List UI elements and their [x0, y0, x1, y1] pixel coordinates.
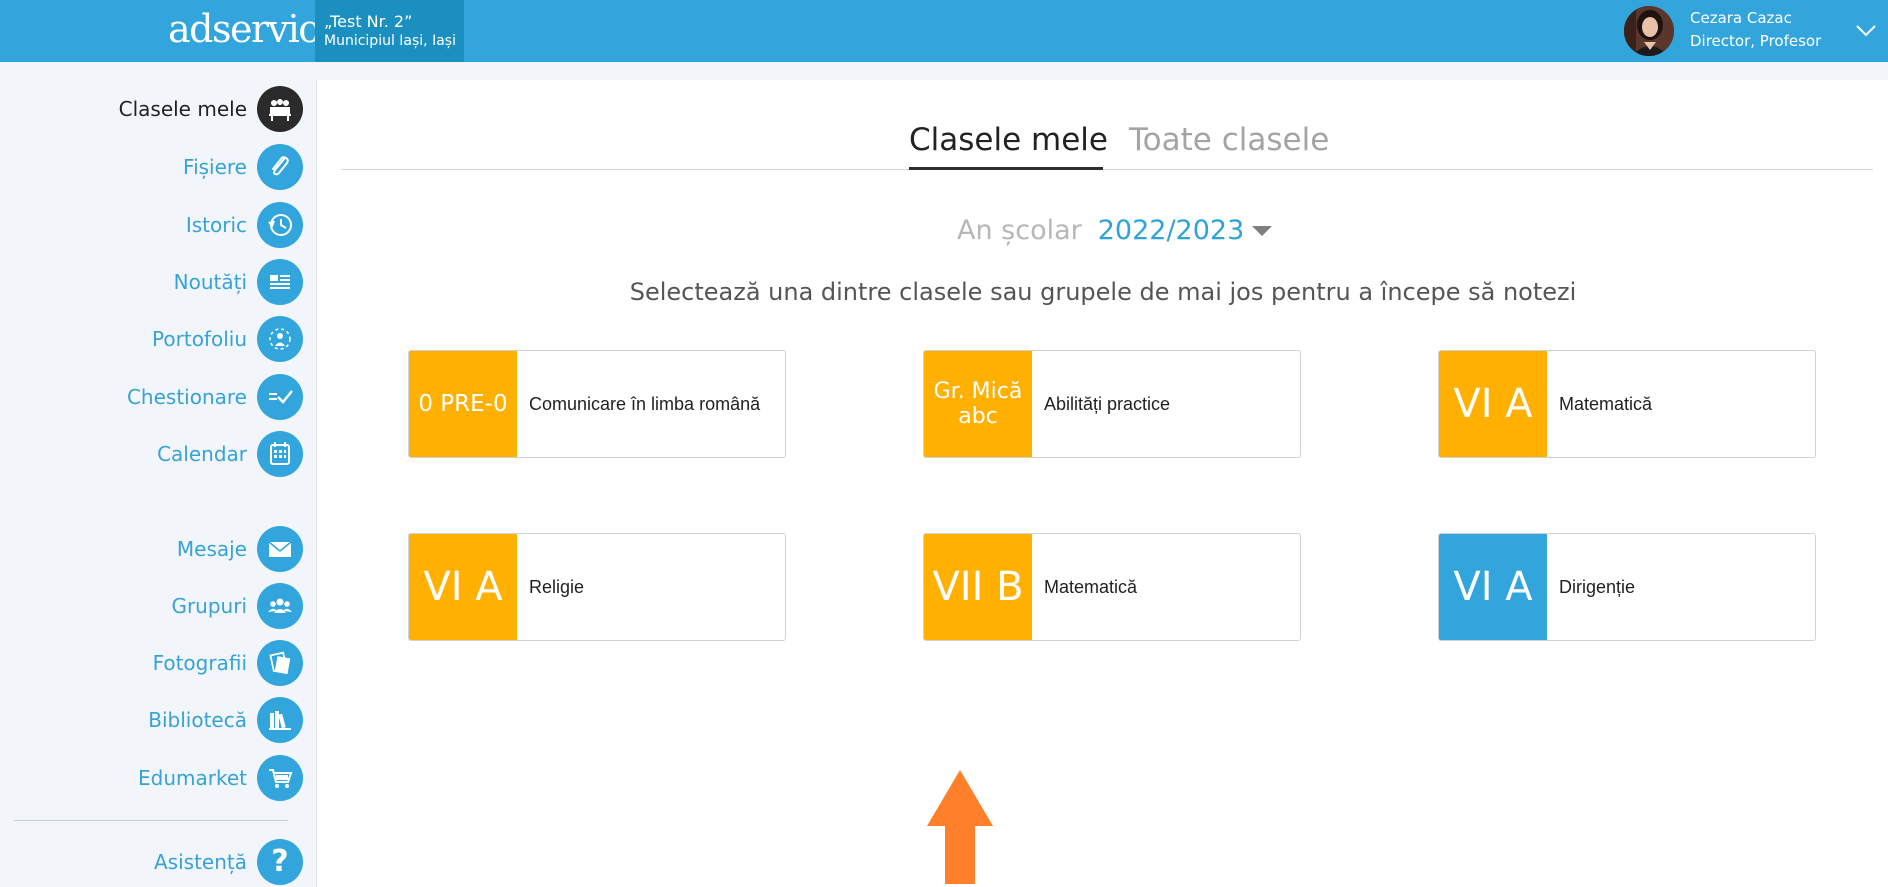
user-role: Director, Profesor	[1690, 32, 1822, 50]
sidebar-item-label: Edumarket	[138, 766, 247, 790]
class-tabs: Clasele mele Toate clasele	[341, 116, 1873, 170]
sidebar-item-label: Fotografii	[152, 651, 247, 675]
sidebar-item-label: Chestionare	[126, 385, 247, 409]
class-subject: Comunicare în limba română	[529, 393, 761, 414]
sidebar-divider	[14, 820, 288, 821]
survey-check-icon	[257, 374, 303, 420]
portfolio-icon	[257, 316, 303, 362]
sidebar-item-biblioteca[interactable]: Bibliotecă	[148, 696, 303, 744]
class-code-line: Gr. Mică	[933, 378, 1023, 404]
sidebar-item-label: Portofoliu	[152, 327, 247, 351]
class-card[interactable]: VII B Matematică	[923, 533, 1301, 641]
school-year-label: An școlar	[957, 214, 1082, 246]
top-bar: adservio „Test Nr. 2” Municipiul Iași, I…	[0, 0, 1888, 62]
class-code: VI A	[409, 534, 517, 640]
sidebar-item-label: Asistență	[154, 850, 247, 874]
tab-toate-clasele[interactable]: Toate clasele	[1129, 116, 1329, 170]
sidebar-item-label: Clasele mele	[118, 97, 247, 121]
sidebar-item-portofoliu[interactable]: Portofoliu	[152, 315, 303, 363]
books-icon	[257, 697, 303, 743]
help-icon: ?	[257, 839, 303, 885]
classroom-icon	[257, 86, 303, 132]
chevron-down-icon[interactable]	[1854, 20, 1878, 40]
school-name: „Test Nr. 2”	[324, 12, 413, 31]
class-code: VII B	[924, 534, 1032, 640]
news-icon	[257, 259, 303, 305]
caret-down-icon[interactable]	[1252, 226, 1273, 236]
tab-clasele-mele[interactable]: Clasele mele	[909, 116, 1108, 170]
class-subject: Abilități practice	[1044, 393, 1171, 414]
sidebar-item-clasele-mele[interactable]: Clasele mele	[119, 85, 303, 133]
class-card[interactable]: 0 PRE-0 Comunicare în limba română	[408, 350, 786, 458]
class-card[interactable]: VI A Religie	[408, 533, 786, 641]
class-subject: Matematică	[1559, 393, 1653, 414]
sidebar-item-label: Fișiere	[183, 155, 247, 179]
sidebar-item-grupuri[interactable]: Grupuri	[171, 582, 303, 630]
envelope-icon	[257, 526, 303, 572]
sidebar-item-label: Mesaje	[176, 537, 247, 561]
class-subject: Religie	[529, 576, 585, 597]
sidebar-item-calendar[interactable]: Calendar	[157, 430, 303, 478]
sidebar-item-mesaje[interactable]: Mesaje	[177, 525, 303, 573]
sidebar-item-fisiere[interactable]: Fișiere	[183, 143, 303, 191]
sidebar: Clasele mele Fișiere Istoric Noutăți Por…	[0, 62, 316, 887]
sidebar-item-edumarket[interactable]: Edumarket	[138, 754, 303, 802]
user-menu[interactable]: Cezara Cazac Director, Profesor	[1622, 0, 1888, 62]
sidebar-item-label: Bibliotecă	[148, 708, 247, 732]
avatar[interactable]	[1624, 6, 1674, 56]
sidebar-item-label: Noutăți	[173, 270, 247, 294]
class-code: VI A	[1439, 351, 1547, 457]
sidebar-item-label: Calendar	[157, 442, 247, 466]
main-content: Clasele mele Toate clasele An școlar 202…	[316, 80, 1888, 887]
school-city: Municipiul Iași, Iași	[324, 33, 456, 49]
sidebar-item-istoric[interactable]: Istoric	[186, 201, 303, 249]
sidebar-item-noutati[interactable]: Noutăți	[174, 258, 303, 306]
class-code: 0 PRE-0	[409, 351, 517, 457]
photos-icon	[257, 640, 303, 686]
adservio-logo[interactable]: adservio	[168, 4, 321, 54]
class-subject: Dirigenție	[1559, 576, 1636, 597]
school-year-value[interactable]: 2022/2023	[1098, 215, 1245, 246]
class-card[interactable]: VI A Matematică	[1438, 350, 1816, 458]
paperclip-icon	[257, 144, 303, 190]
class-code: Gr. Mică abc	[924, 351, 1032, 457]
user-name: Cezara Cazac	[1690, 9, 1792, 27]
school-selector[interactable]: „Test Nr. 2” Municipiul Iași, Iași	[315, 0, 464, 62]
sidebar-item-asistenta[interactable]: Asistență ?	[154, 838, 303, 886]
calendar-icon	[257, 431, 303, 477]
sidebar-item-label: Grupuri	[171, 594, 247, 618]
history-clock-icon	[257, 202, 303, 248]
arrow-up-icon	[927, 770, 993, 884]
cart-icon	[257, 755, 303, 801]
class-subject: Matematică	[1044, 576, 1138, 597]
sidebar-item-fotografii[interactable]: Fotografii	[153, 639, 303, 687]
class-code: VI A	[1439, 534, 1547, 640]
class-code-line: abc	[958, 404, 998, 429]
class-card[interactable]: Gr. Mică abc Abilități practice	[923, 350, 1301, 458]
sidebar-item-label: Istoric	[185, 213, 247, 237]
class-card[interactable]: VI A Dirigenție	[1438, 533, 1816, 641]
sidebar-item-chestionare[interactable]: Chestionare	[127, 373, 303, 421]
instruction-text: Selectează una dintre clasele sau grupel…	[629, 278, 1577, 306]
school-year-selector[interactable]: An școlar 2022/2023	[957, 210, 1273, 250]
group-icon	[257, 583, 303, 629]
